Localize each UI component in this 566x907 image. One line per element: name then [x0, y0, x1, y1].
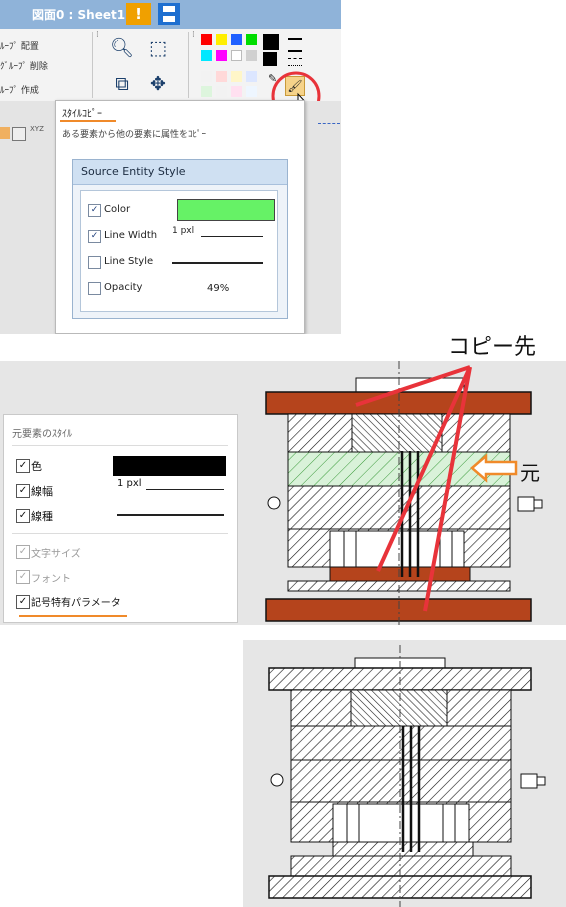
original-label: 元: [520, 461, 540, 485]
pan-icon[interactable]: ✥: [146, 72, 170, 96]
zoom-window-icon[interactable]: ⬚: [146, 36, 170, 60]
text-size-checkbox: ✓: [16, 545, 30, 559]
opacity-checkbox[interactable]: [88, 282, 101, 295]
dialog-header: Source Entity Style: [73, 160, 287, 185]
ribbon-separator: [188, 32, 189, 98]
mold-drawing-after: [243, 640, 566, 907]
copy-target-label: コピー先: [448, 335, 537, 360]
window-title: 図面0 : Sheet1: [32, 8, 126, 22]
title-bar: 図面0 : Sheet1 !: [0, 0, 341, 29]
line-width-label: 線幅: [31, 485, 53, 498]
font-checkbox: ✓: [16, 570, 30, 584]
toolbar-icon[interactable]: [12, 127, 26, 141]
source-element-style-panel: 元要素のｽﾀｲﾙ ✓ 色 ✓ 線幅 1 pxl ✓ 線種 ✓ 文字サイズ ✓ フ…: [3, 414, 238, 623]
style-copy-tooltip: ｽﾀｲﾙｺﾋﾟｰ ある要素から他の要素に属性をｺﾋﾟｰ Source Entit…: [55, 100, 305, 334]
palette-swatch[interactable]: [246, 71, 257, 82]
line-width-label: Line Width: [104, 230, 158, 241]
palette-swatch[interactable]: [201, 71, 212, 82]
palette-swatch[interactable]: [231, 34, 242, 45]
opacity-label: Opacity: [104, 282, 143, 293]
dialog-body: ✓ Color ✓ Line Width 1 pxl Line Style Op…: [80, 190, 278, 312]
palette-swatch[interactable]: [216, 34, 227, 45]
palette-swatch[interactable]: [246, 50, 257, 61]
title-underline: [60, 120, 116, 122]
ribbon-item-group-delete[interactable]: ｸﾞﾙｰﾌﾟ 削除: [0, 59, 48, 72]
line-width-icon[interactable]: [288, 38, 302, 52]
panel-title: 元要素のｽﾀｲﾙ: [12, 429, 72, 440]
ribbon-item-loop-create[interactable]: ﾙｰﾌﾟ 作成: [0, 83, 39, 96]
symbol-params-label: 記号特有パラメータ: [31, 598, 121, 609]
color-checkbox[interactable]: ✓: [16, 459, 30, 473]
dialog-title: Source Entity Style: [81, 165, 186, 178]
palette-swatch[interactable]: [231, 71, 242, 82]
line-width-preview: [146, 489, 224, 490]
ribbon-screenshot: 図面0 : Sheet1 ! ﾙｰﾌﾟ 配置 ｸﾞﾙｰﾌﾟ 削除 ﾙｰﾌﾟ 作成…: [0, 0, 341, 334]
tooltip-description: ある要素から他の要素に属性をｺﾋﾟｰ: [62, 130, 207, 140]
palette-swatch-current[interactable]: [263, 34, 279, 50]
palette-swatch[interactable]: [216, 71, 227, 82]
warning-icon[interactable]: !: [126, 3, 151, 25]
symbol-params-checkbox[interactable]: ✓: [16, 595, 30, 609]
ribbon-item-loop-place[interactable]: ﾙｰﾌﾟ 配置: [0, 39, 39, 52]
xyz-label: XYZ: [30, 125, 44, 133]
line-style-preview: [117, 514, 224, 516]
divider: [12, 533, 228, 534]
line-style-checkbox[interactable]: ✓: [16, 509, 30, 523]
save-icon[interactable]: [158, 3, 180, 25]
color-checkbox[interactable]: ✓: [88, 204, 101, 217]
line-width-checkbox[interactable]: ✓: [88, 230, 101, 243]
ribbon-grip: ⁞: [96, 30, 99, 40]
line-width-value: 1 pxl: [172, 226, 195, 236]
mold-drawing-before: [265, 361, 543, 625]
palette-swatch[interactable]: [201, 86, 212, 97]
color-label: Color: [104, 204, 131, 215]
font-label: フォント: [31, 574, 71, 585]
toolbar-icon[interactable]: [0, 127, 10, 139]
color-swatch[interactable]: [177, 199, 275, 221]
canvas-guide: [318, 123, 340, 125]
palette-swatch[interactable]: [231, 50, 242, 61]
opacity-value: 49%: [207, 283, 230, 294]
line-style-label: Line Style: [104, 256, 154, 267]
ribbon-separator: [92, 32, 93, 98]
palette-swatch[interactable]: [201, 34, 212, 45]
line-width-checkbox[interactable]: ✓: [16, 484, 30, 498]
palette-swatch[interactable]: [216, 86, 227, 97]
palette-swatch[interactable]: [231, 86, 242, 97]
label-underline: [19, 615, 127, 617]
line-style-icon[interactable]: [288, 58, 302, 66]
ribbon-grip: ⁞: [192, 30, 195, 40]
line-style-label: 線種: [31, 510, 53, 523]
text-size-label: 文字サイズ: [31, 549, 81, 560]
line-style-preview: [172, 262, 263, 264]
color-swatch[interactable]: [113, 456, 226, 476]
palette-swatch[interactable]: [201, 50, 212, 61]
palette-swatch[interactable]: [263, 52, 277, 66]
line-width-preview: [201, 236, 263, 237]
source-entity-style-dialog: Source Entity Style ✓ Color ✓ Line Width…: [72, 159, 288, 319]
zoom-previous-icon[interactable]: ⧉: [110, 72, 134, 96]
line-width-value: 1 pxl: [117, 478, 142, 489]
line-style-checkbox[interactable]: [88, 256, 101, 269]
palette-swatch[interactable]: [246, 34, 257, 45]
zoom-icon[interactable]: 🔍︎: [110, 36, 134, 60]
palette-swatch[interactable]: [246, 86, 257, 97]
color-label: 色: [31, 460, 42, 473]
palette-swatch[interactable]: [216, 50, 227, 61]
tooltip-title: ｽﾀｲﾙｺﾋﾟｰ: [62, 109, 102, 120]
divider: [12, 445, 228, 446]
